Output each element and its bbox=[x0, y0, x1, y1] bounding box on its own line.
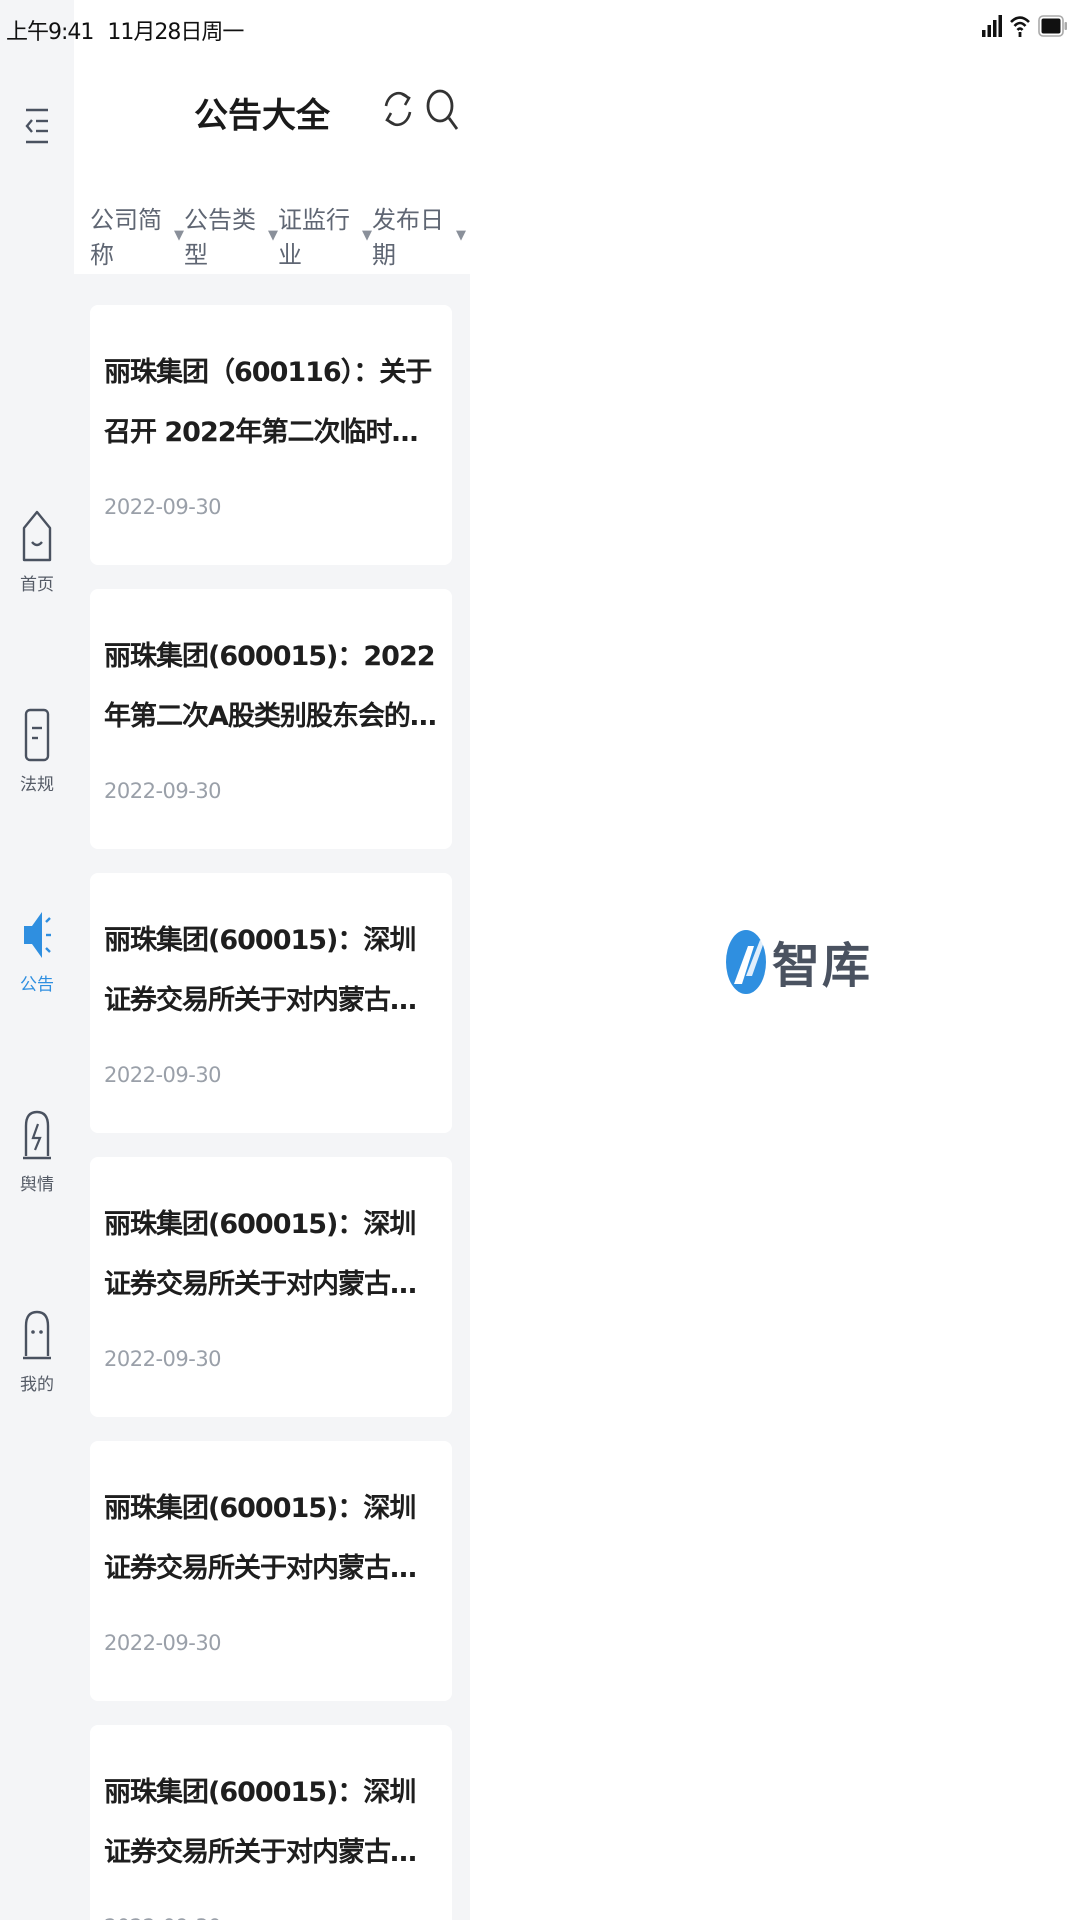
nav-label-home: 首页 bbox=[20, 575, 54, 595]
filter-publish-date[interactable]: 发布日期 ▼ bbox=[372, 200, 466, 270]
alert-bell-icon bbox=[17, 1106, 57, 1164]
battery-icon bbox=[1038, 15, 1067, 37]
profile-icon bbox=[17, 1306, 57, 1364]
announcement-title: 丽珠集团(600015)：深圳证券交易所关于对内蒙古兴业矿业股份有限公司的公告 bbox=[104, 1777, 417, 1868]
megaphone-icon bbox=[17, 906, 57, 964]
status-time-date: 上午9:41 11月28日周一 bbox=[6, 14, 244, 46]
menu-collapse-icon bbox=[25, 108, 48, 144]
caret-down-icon: ▼ bbox=[174, 227, 184, 243]
filter-label: 发布日期 bbox=[372, 206, 444, 269]
filter-label: 证监行业 bbox=[278, 206, 350, 269]
caret-down-icon: ▼ bbox=[362, 227, 372, 243]
announcement-date: 2022-09-30 bbox=[104, 1631, 222, 1655]
announcement-title: 丽珠集团(600015)：深圳证券交易所关于对内蒙古兴业矿业股份有限公司的公告 bbox=[104, 1493, 417, 1584]
announcement-card[interactable]: 丽珠集团(600015)：深圳证券交易所关于对内蒙古兴业矿业股份有限公司的公告 … bbox=[90, 1441, 452, 1701]
refresh-button[interactable] bbox=[380, 84, 416, 134]
announcement-date: 2022-09-30 bbox=[104, 1347, 222, 1371]
announcement-card[interactable]: 丽珠集团(600015)：深圳证券交易所关于对内蒙古兴业矿业股份有限公司的公告 … bbox=[90, 873, 452, 1133]
nav-item-profile[interactable]: 我的 bbox=[0, 1306, 74, 1416]
search-button[interactable] bbox=[424, 86, 460, 132]
announcement-date: 2022-09-30 bbox=[104, 779, 222, 803]
detail-placeholder-area: 智库 bbox=[470, 0, 1080, 1920]
announcement-list-panel: 公告大全 公司简称 ▼ 公告类型 ▼ 证监行业 ▼ 发布日期 ▼ 丽珠集团（60… bbox=[74, 0, 470, 1920]
cellular-signal-icon bbox=[982, 15, 1002, 37]
app-root: 上午9:41 11月28日周一 首页 法规 公告 舆情 我的 公告大全 公司简称… bbox=[0, 0, 1080, 1920]
announcement-title: 丽珠集团（600116）：关于召开 2022年第二次临时股东大会、2022年第二… bbox=[104, 357, 432, 448]
announcement-title: 丽珠集团(600015)：2022年第二次A股类别股东会的提示性公告 bbox=[104, 641, 437, 732]
wifi-icon bbox=[1010, 16, 1030, 37]
brand-logo: 智库 bbox=[724, 926, 872, 996]
announcement-date: 2022-09-30 bbox=[104, 1915, 222, 1920]
status-indicators bbox=[982, 14, 1068, 38]
side-nav: 首页 法规 公告 舆情 我的 bbox=[0, 0, 74, 1920]
filter-bar: 公司简称 ▼ 公告类型 ▼ 证监行业 ▼ 发布日期 ▼ bbox=[90, 200, 466, 270]
caret-down-icon: ▼ bbox=[456, 227, 466, 243]
announcement-card[interactable]: 丽珠集团(600015)：深圳证券交易所关于对内蒙古兴业矿业股份有限公司的公告 … bbox=[90, 1157, 452, 1417]
refresh-icon bbox=[384, 91, 412, 127]
nav-label-profile: 我的 bbox=[20, 1375, 54, 1395]
status-time: 上午9:41 bbox=[6, 20, 94, 45]
announcement-list: 丽珠集团（600116）：关于召开 2022年第二次临时股东大会、2022年第二… bbox=[90, 305, 452, 1920]
nav-item-public-opinion[interactable]: 舆情 bbox=[0, 1106, 74, 1216]
nav-label-regulations: 法规 bbox=[20, 775, 54, 795]
document-icon bbox=[17, 706, 57, 764]
status-date: 11月28日周一 bbox=[107, 20, 244, 45]
nav-label-public-opinion: 舆情 bbox=[20, 1175, 54, 1195]
nav-item-regulations[interactable]: 法规 bbox=[0, 706, 74, 816]
announcement-date: 2022-09-30 bbox=[104, 495, 222, 519]
announcement-title: 丽珠集团(600015)：深圳证券交易所关于对内蒙古兴业矿业股份有限公司的公告 bbox=[104, 925, 417, 1016]
announcement-title: 丽珠集团(600015)：深圳证券交易所关于对内蒙古兴业矿业股份有限公司的公告 bbox=[104, 1209, 417, 1300]
caret-down-icon: ▼ bbox=[268, 227, 278, 243]
menu-collapse-button[interactable] bbox=[22, 106, 52, 146]
nav-item-announcements[interactable]: 公告 bbox=[0, 906, 74, 1016]
brand-name: 智库 bbox=[772, 938, 873, 994]
announcement-date: 2022-09-30 bbox=[104, 1063, 222, 1087]
nav-item-home[interactable]: 首页 bbox=[0, 506, 74, 616]
announcement-card[interactable]: 丽珠集团（600116）：关于召开 2022年第二次临时股东大会、2022年第二… bbox=[90, 305, 452, 565]
filter-company-name[interactable]: 公司简称 ▼ bbox=[90, 200, 184, 270]
status-bar: 上午9:41 11月28日周一 bbox=[0, 0, 1080, 56]
filter-label: 公司简称 bbox=[90, 206, 162, 269]
search-icon bbox=[426, 89, 459, 130]
home-icon bbox=[17, 506, 57, 564]
brand-mark-icon bbox=[726, 930, 766, 994]
announcement-card[interactable]: 丽珠集团(600015)：2022年第二次A股类别股东会的提示性公告 2022-… bbox=[90, 589, 452, 849]
nav-label-announcements: 公告 bbox=[20, 975, 54, 995]
filter-industry[interactable]: 证监行业 ▼ bbox=[278, 200, 372, 270]
filter-label: 公告类型 bbox=[184, 206, 256, 269]
announcement-card[interactable]: 丽珠集团(600015)：深圳证券交易所关于对内蒙古兴业矿业股份有限公司的公告 … bbox=[90, 1725, 452, 1920]
filter-announcement-type[interactable]: 公告类型 ▼ bbox=[184, 200, 278, 270]
